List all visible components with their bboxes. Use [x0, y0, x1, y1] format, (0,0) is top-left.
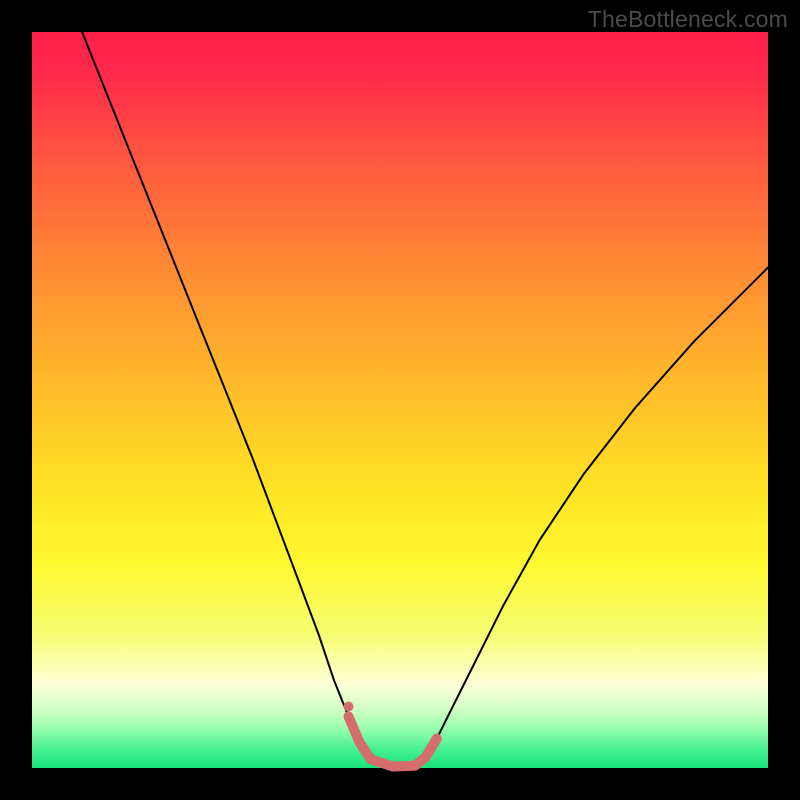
- bottleneck-curve-svg: [32, 32, 768, 768]
- chart-frame: TheBottleneck.com: [0, 0, 800, 800]
- optimal-start-dot: [344, 702, 354, 712]
- optimal-region-highlight: [349, 717, 437, 767]
- watermark-text: TheBottleneck.com: [588, 6, 788, 33]
- bottleneck-curve: [76, 17, 768, 766]
- chart-plot-area: [32, 32, 768, 768]
